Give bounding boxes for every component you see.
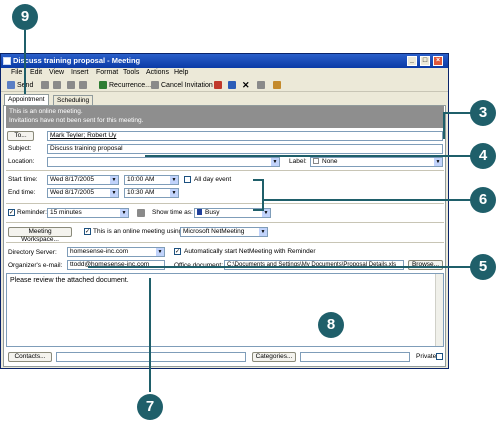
end-date-field[interactable]: Wed 8/17/2005 ▼ [47,188,119,198]
contacts-button[interactable]: Contacts... [8,352,52,362]
all-day-label: All day event [194,176,232,183]
callout-bracket [262,179,264,211]
show-time-label: Show time as: [152,209,193,216]
callout-4: 4 [470,143,496,169]
callout-line-7 [149,278,151,392]
attach-icon[interactable] [67,81,75,89]
auto-start-label: Automatically start NetMeeting with Remi… [184,248,316,255]
to-button[interactable]: To... [7,131,34,141]
low-importance-icon[interactable] [228,81,236,89]
divider [6,203,444,204]
contacts-field[interactable] [56,352,246,362]
callout-9: 9 [12,4,38,30]
cancel-invitation-icon [151,81,159,89]
title-bar: Discuss training proposal - Meeting _ □ … [1,54,448,68]
divider [6,242,444,243]
organizer-email-label: Organizer's e-mail: [8,262,63,269]
menu-edit[interactable]: Edit [30,69,42,76]
label-select[interactable]: None ▼ [310,157,443,167]
callout-line-3-drop [443,112,445,139]
recurrence-icon [99,81,107,89]
online-meeting-select[interactable]: Microsoft NetMeeting ▼ [180,227,268,237]
help-icon[interactable] [273,81,281,89]
callout-line-6 [262,199,478,201]
online-meeting-label: This is an online meeting using: [93,228,185,235]
meeting-icon [3,57,11,65]
reminder-label: Reminder: [17,209,47,216]
reminder-select[interactable]: 15 minutes ▼ [47,208,129,218]
reminder-checkbox[interactable]: ✓ [8,209,15,216]
callout-bracket-bottom [253,209,263,211]
subject-field[interactable]: Discuss training proposal [47,144,443,154]
end-time-field[interactable]: 10:30 AM ▼ [124,188,179,198]
start-time-label: Start time: [8,176,38,183]
location-label: Location: [8,158,35,165]
divider [6,170,444,171]
start-date-field[interactable]: Wed 8/17/2005 ▼ [47,175,119,185]
save-icon[interactable] [41,81,49,89]
menu-view[interactable]: View [49,69,64,76]
meeting-workspace-button[interactable]: Meeting Workspace... [8,227,72,243]
callout-line-9 [24,30,26,94]
cancel-invitation-button[interactable]: Cancel Invitation [161,80,213,91]
organizer-email-field[interactable]: ttodd@homesense-inc.com [67,260,165,270]
callout-7: 7 [137,394,163,420]
appointment-pane: This is an online meeting. Invitations h… [3,105,446,367]
maximize-button[interactable]: □ [420,56,430,66]
notes-area[interactable]: Please review the attached document. [6,273,444,347]
callout-3: 3 [470,100,496,126]
end-time-label: End time: [8,189,36,196]
notes-text: Please review the attached document. [10,277,129,284]
callout-5: 5 [470,254,496,280]
menu-insert[interactable]: Insert [71,69,89,76]
arrange-icon[interactable] [257,81,265,89]
tab-appointment[interactable]: Appointment [4,94,49,105]
meeting-window: Discuss training proposal - Meeting _ □ … [0,53,449,369]
to-field[interactable]: Mark Teyler; Robert Uy [47,131,443,141]
directory-server-select[interactable]: homesense-inc.com ▼ [67,247,165,257]
private-checkbox[interactable] [436,353,443,360]
menu-format[interactable]: Format [96,69,118,76]
high-importance-icon[interactable] [214,81,222,89]
menu-tools[interactable]: Tools [123,69,139,76]
callout-8: 8 [318,312,344,338]
browse-button[interactable]: Browse... [408,260,443,270]
toolbar: Send Recurrence... Cancel Invitation ✕ [1,79,448,92]
recurrence-button[interactable]: Recurrence... [109,80,151,91]
auto-start-checkbox[interactable]: ✓ [174,248,181,255]
label-label: Label: [289,158,307,165]
tab-strip: Appointment Scheduling [1,94,448,105]
minimize-button[interactable]: _ [407,56,417,66]
print-icon[interactable] [53,81,61,89]
send-icon [7,81,15,89]
window-title: Discuss training proposal - Meeting [13,56,141,65]
directory-server-label: Directory Server: [8,249,57,256]
start-time-field[interactable]: 10:00 AM ▼ [124,175,179,185]
callout-line-5 [88,266,478,268]
notes-scrollbar[interactable] [435,274,443,346]
info-bar: This is an online meeting. Invitations h… [6,106,444,128]
spell-icon[interactable] [79,81,87,89]
categories-field[interactable] [300,352,410,362]
categories-button[interactable]: Categories... [252,352,296,362]
office-document-field[interactable]: C:\Documents and Settings\My Documents\P… [224,260,404,270]
delete-icon[interactable]: ✕ [242,80,250,91]
menu-help[interactable]: Help [174,69,188,76]
info-online: This is an online meeting. [9,108,83,115]
menu-bar: File Edit View Insert Format Tools Actio… [1,68,448,79]
private-label: Private [416,353,437,360]
tab-scheduling[interactable]: Scheduling [53,95,94,105]
menu-actions[interactable]: Actions [146,69,169,76]
close-button[interactable]: × [433,56,443,66]
reminder-sound-icon[interactable] [137,209,145,217]
location-field[interactable]: ▼ [47,157,280,167]
menu-file[interactable]: File [11,69,22,76]
online-meeting-checkbox[interactable]: ✓ [84,228,91,235]
subject-label: Subject: [8,145,32,152]
all-day-checkbox[interactable] [184,176,191,183]
divider [6,222,444,223]
info-invitations: Invitations have not been sent for this … [9,117,144,124]
callout-6: 6 [470,187,496,213]
callout-line-4 [145,155,475,157]
